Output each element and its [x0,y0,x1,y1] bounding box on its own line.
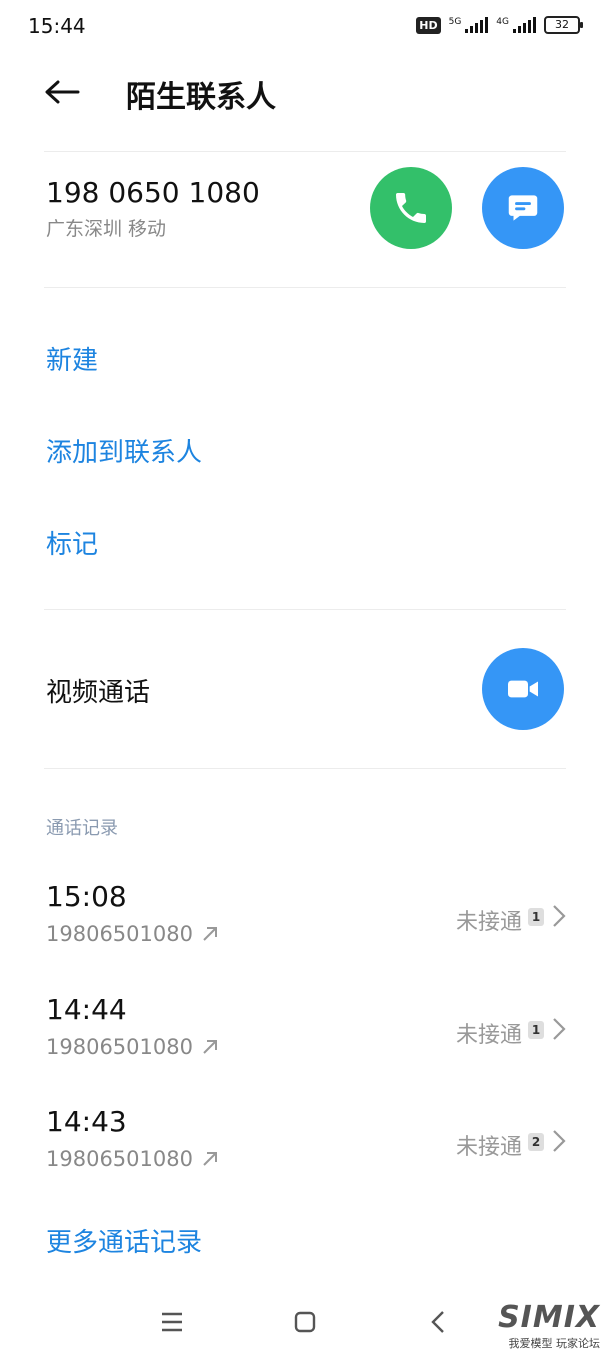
more-call-history-link[interactable]: 更多通话记录 [46,1222,202,1259]
back-button[interactable] [40,72,84,112]
call-number: 19806501080 [46,1035,193,1059]
call-number: 19806501080 [46,1147,193,1171]
battery-icon: 32 [544,16,583,34]
status-bar: 15:44 HD 5G 4G 32 [0,0,610,56]
number-location: 广东深圳 移动 [46,218,167,240]
call-history-label: 通话记录 [46,818,118,839]
status-icons: HD 5G 4G 32 [416,16,583,34]
sim-slot-badge: 2 [528,1133,544,1151]
call-status: 未接通 [455,1135,522,1160]
phone-number: 198 0650 1080 [46,176,260,209]
video-camera-icon [508,680,538,698]
add-to-contacts-action[interactable]: 添加到联系人 [46,432,202,469]
chevron-right-icon [553,1018,566,1040]
sim-slot-badge: 1 [528,908,544,926]
contact-section: 198 0650 1080 广东深圳 移动 [0,152,610,287]
sim-slot-badge: 1 [528,1021,544,1039]
signal-5g-icon: 5G [449,17,489,33]
call-number: 19806501080 [46,922,193,946]
chevron-right-icon [553,905,566,927]
menu-icon [162,1312,182,1332]
home-square-icon [294,1311,316,1333]
watermark-logo: SIMIX [498,1300,600,1335]
message-icon [508,195,538,221]
hd-voice-icon: HD [416,16,441,34]
header: 陌生联系人 [0,56,610,128]
divider [44,768,566,769]
call-status: 未接通 [455,910,522,935]
watermark-subtitle: 我爱模型 玩家论坛 [508,1337,601,1350]
new-contact-action[interactable]: 新建 [46,340,98,377]
call-button[interactable] [370,167,452,249]
call-record[interactable]: 14:44 19806501080 未接通 1 [0,993,610,1093]
status-time: 15:44 [28,14,86,38]
page-title: 陌生联系人 [126,80,276,115]
back-arrow-icon [45,80,80,104]
outgoing-call-icon [203,1040,217,1054]
phone-icon [396,193,426,223]
outgoing-call-icon [203,927,217,941]
message-button[interactable] [482,167,564,249]
video-call-button[interactable] [482,648,564,730]
call-time: 15:08 [46,880,127,913]
call-record[interactable]: 14:43 19806501080 未接通 2 [0,1105,610,1205]
call-status: 未接通 [455,1023,522,1048]
outgoing-call-icon [203,1152,217,1166]
back-nav-button[interactable] [418,1306,458,1338]
mark-number-action[interactable]: 标记 [46,524,98,561]
signal-4g-icon: 4G [496,17,536,33]
chevron-right-icon [553,1130,566,1152]
video-call-row: 视频通话 [0,610,610,768]
call-record[interactable]: 15:08 19806501080 未接通 1 [0,880,610,980]
call-time: 14:43 [46,1105,127,1138]
video-call-label: 视频通话 [46,678,151,708]
watermark: SIMIX 我爱模型 玩家论坛 [498,1300,600,1351]
home-button[interactable] [285,1306,325,1338]
menu-button[interactable] [152,1306,192,1338]
back-chevron-icon [431,1311,444,1333]
divider [44,287,566,288]
call-time: 14:44 [46,993,127,1026]
